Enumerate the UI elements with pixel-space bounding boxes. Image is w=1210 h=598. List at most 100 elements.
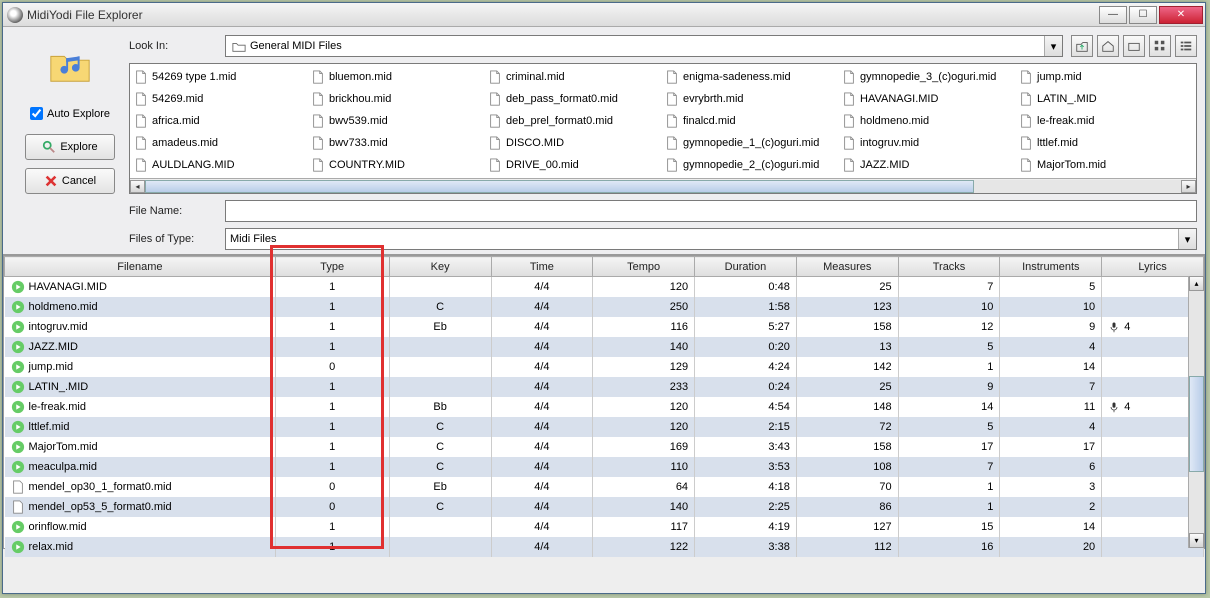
- app-icon: [7, 7, 23, 23]
- file-item[interactable]: DRIVE_00.mid: [486, 154, 663, 176]
- scroll-down-button[interactable]: ▾: [1189, 533, 1204, 548]
- titlebar[interactable]: MidiYodi File Explorer — ☐ ✕: [3, 3, 1205, 27]
- close-button[interactable]: ✕: [1159, 6, 1203, 24]
- magnifier-icon: [42, 140, 56, 154]
- folder-open-icon: [232, 39, 246, 53]
- file-item[interactable]: bwv733.mid: [309, 132, 486, 154]
- window-title: MidiYodi File Explorer: [27, 8, 143, 22]
- file-item[interactable]: brickhou.mid: [309, 88, 486, 110]
- look-in-combo[interactable]: General MIDI Files ▾: [225, 35, 1063, 57]
- home-button[interactable]: [1097, 35, 1119, 57]
- minimize-button[interactable]: —: [1099, 6, 1127, 24]
- file-item[interactable]: jump.mid: [1017, 66, 1194, 88]
- scroll-left-button[interactable]: ◂: [130, 180, 145, 193]
- file-item[interactable]: gymnopedie_2_(c)oguri.mid: [663, 154, 840, 176]
- file-item[interactable]: HAVANAGI.MID: [840, 88, 1017, 110]
- new-folder-button[interactable]: [1123, 35, 1145, 57]
- side-panel: Auto Explore Explore Cancel: [11, 35, 129, 250]
- table-row[interactable]: JAZZ.MID14/41400:201354: [5, 337, 1204, 357]
- table-row[interactable]: LATIN_.MID14/42330:242597: [5, 377, 1204, 397]
- file-item[interactable]: 54269.mid: [132, 88, 309, 110]
- cancel-icon: [44, 174, 58, 188]
- column-header[interactable]: Tracks: [898, 257, 1000, 277]
- chevron-down-icon[interactable]: ▾: [1044, 36, 1062, 56]
- look-in-label: Look In:: [129, 40, 225, 52]
- chevron-down-icon[interactable]: ▾: [1178, 229, 1196, 249]
- explore-button-label: Explore: [60, 141, 97, 153]
- file-item[interactable]: bwv539.mid: [309, 110, 486, 132]
- column-header[interactable]: Type: [275, 257, 389, 277]
- column-header[interactable]: Tempo: [593, 257, 695, 277]
- filetype-combo[interactable]: Midi Files ▾: [225, 228, 1197, 250]
- column-header[interactable]: Time: [491, 257, 593, 277]
- column-header[interactable]: Duration: [695, 257, 797, 277]
- file-item[interactable]: gymnopedie_3_(c)oguri.mid: [840, 66, 1017, 88]
- list-icon: [1153, 39, 1167, 53]
- file-list-panel[interactable]: 54269 type 1.mid54269.midafrica.midamade…: [129, 63, 1197, 194]
- file-item[interactable]: JAZZ.MID: [840, 154, 1017, 176]
- table-row[interactable]: HAVANAGI.MID14/41200:482575: [5, 277, 1204, 297]
- filetype-value: Midi Files: [230, 233, 276, 245]
- file-item[interactable]: MajorTom.mid: [1017, 154, 1194, 176]
- cancel-button-label: Cancel: [62, 175, 96, 187]
- file-item[interactable]: le-freak.mid: [1017, 110, 1194, 132]
- new-folder-icon: [1127, 39, 1141, 53]
- file-item[interactable]: intogruv.mid: [840, 132, 1017, 154]
- auto-explore-input[interactable]: [30, 107, 43, 120]
- column-header[interactable]: Filename: [5, 257, 276, 277]
- table-row[interactable]: lttlef.mid1C4/41202:157254: [5, 417, 1204, 437]
- table-row[interactable]: mendel_op30_1_format0.mid0Eb4/4644:18701…: [5, 477, 1204, 497]
- scroll-right-button[interactable]: ▸: [1181, 180, 1196, 193]
- file-item[interactable]: LATIN_.MID: [1017, 88, 1194, 110]
- cancel-button[interactable]: Cancel: [25, 168, 115, 194]
- file-item[interactable]: deb_pass_format0.mid: [486, 88, 663, 110]
- file-item[interactable]: AULDLANG.MID: [132, 154, 309, 176]
- horizontal-scrollbar[interactable]: ◂ ▸: [130, 178, 1196, 193]
- file-item[interactable]: DISCO.MID: [486, 132, 663, 154]
- home-icon: [1101, 39, 1115, 53]
- file-item[interactable]: africa.mid: [132, 110, 309, 132]
- column-header[interactable]: Key: [389, 257, 491, 277]
- table-row[interactable]: intogruv.mid1Eb4/41165:271581294: [5, 317, 1204, 337]
- scroll-thumb[interactable]: [1189, 376, 1204, 473]
- look-in-value: General MIDI Files: [250, 40, 342, 52]
- file-item[interactable]: criminal.mid: [486, 66, 663, 88]
- file-item[interactable]: evrybrth.mid: [663, 88, 840, 110]
- file-item[interactable]: amadeus.mid: [132, 132, 309, 154]
- vertical-scrollbar[interactable]: ▴ ▾: [1188, 276, 1204, 548]
- table-row[interactable]: le-freak.mid1Bb4/41204:5414814114: [5, 397, 1204, 417]
- results-table-wrap: FilenameTypeKeyTimeTempoDurationMeasures…: [3, 255, 1205, 549]
- file-item[interactable]: enigma-sadeness.mid: [663, 66, 840, 88]
- filename-label: File Name:: [129, 205, 225, 217]
- explore-button[interactable]: Explore: [25, 134, 115, 160]
- column-header[interactable]: Lyrics: [1102, 257, 1204, 277]
- table-row[interactable]: meaculpa.mid1C4/41103:5310876: [5, 457, 1204, 477]
- file-item[interactable]: bluemon.mid: [309, 66, 486, 88]
- file-item[interactable]: lttlef.mid: [1017, 132, 1194, 154]
- column-header[interactable]: Instruments: [1000, 257, 1102, 277]
- table-row[interactable]: holdmeno.mid1C4/42501:581231010: [5, 297, 1204, 317]
- details-view-button[interactable]: [1175, 35, 1197, 57]
- table-row[interactable]: mendel_op53_5_format0.mid0C4/41402:25861…: [5, 497, 1204, 517]
- file-item[interactable]: deb_prel_format0.mid: [486, 110, 663, 132]
- list-view-button[interactable]: [1149, 35, 1171, 57]
- file-item[interactable]: 54269 type 1.mid: [132, 66, 309, 88]
- file-item[interactable]: gymnopedie_1_(c)oguri.mid: [663, 132, 840, 154]
- table-row[interactable]: jump.mid04/41294:24142114: [5, 357, 1204, 377]
- auto-explore-checkbox[interactable]: Auto Explore: [30, 107, 110, 120]
- file-item[interactable]: finalcd.mid: [663, 110, 840, 132]
- table-row[interactable]: orinflow.mid14/41174:191271514: [5, 517, 1204, 537]
- filename-input[interactable]: [225, 200, 1197, 222]
- scroll-thumb[interactable]: [145, 180, 974, 193]
- up-folder-button[interactable]: [1071, 35, 1093, 57]
- results-table: FilenameTypeKeyTimeTempoDurationMeasures…: [4, 256, 1204, 557]
- scroll-up-button[interactable]: ▴: [1189, 276, 1204, 291]
- table-row[interactable]: relax.mid14/41223:381121620: [5, 537, 1204, 557]
- file-item[interactable]: holdmeno.mid: [840, 110, 1017, 132]
- table-row[interactable]: MajorTom.mid1C4/41693:431581717: [5, 437, 1204, 457]
- up-folder-icon: [1075, 39, 1089, 53]
- column-header[interactable]: Measures: [796, 257, 898, 277]
- file-item[interactable]: COUNTRY.MID: [309, 154, 486, 176]
- app-window: MidiYodi File Explorer — ☐ ✕ Auto Expl: [2, 2, 1206, 594]
- maximize-button[interactable]: ☐: [1129, 6, 1157, 24]
